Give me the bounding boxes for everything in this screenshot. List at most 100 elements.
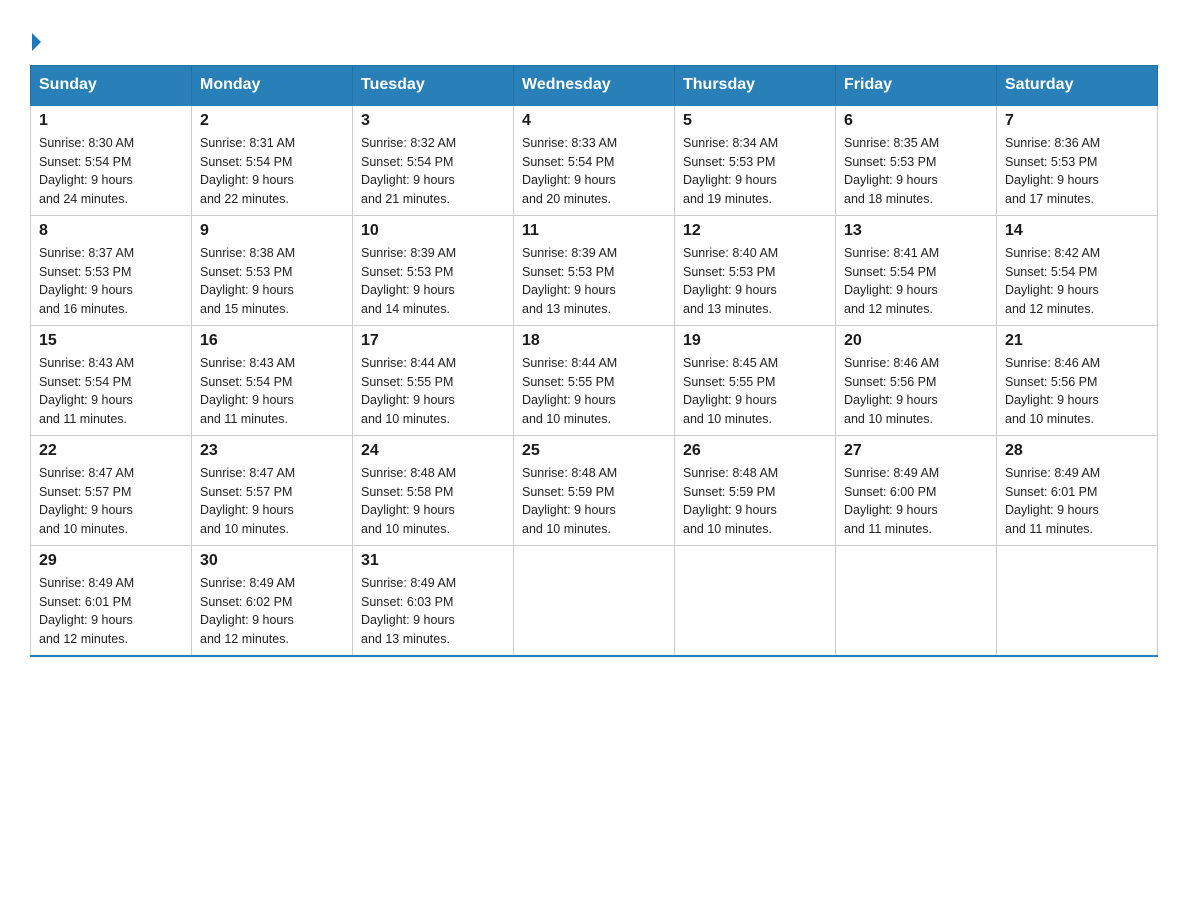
day-info: Sunrise: 8:38 AMSunset: 5:53 PMDaylight:…: [200, 244, 344, 319]
day-info: Sunrise: 8:49 AMSunset: 6:03 PMDaylight:…: [361, 574, 505, 649]
calendar-cell-5-4: [514, 545, 675, 656]
day-number: 14: [1005, 222, 1149, 240]
day-info: Sunrise: 8:41 AMSunset: 5:54 PMDaylight:…: [844, 244, 988, 319]
week-row-1: 1 Sunrise: 8:30 AMSunset: 5:54 PMDaylight…: [31, 105, 1158, 216]
calendar-cell-1-1: 1 Sunrise: 8:30 AMSunset: 5:54 PMDaylight…: [31, 105, 192, 216]
day-info: Sunrise: 8:49 AMSunset: 6:00 PMDaylight:…: [844, 464, 988, 539]
day-number: 18: [522, 332, 666, 350]
day-info: Sunrise: 8:31 AMSunset: 5:54 PMDaylight:…: [200, 134, 344, 209]
day-number: 7: [1005, 112, 1149, 130]
day-number: 17: [361, 332, 505, 350]
calendar-cell-1-4: 4Sunrise: 8:33 AMSunset: 5:54 PMDaylight…: [514, 105, 675, 216]
day-info: Sunrise: 8:30 AMSunset: 5:54 PMDaylight:…: [39, 134, 183, 209]
day-info: Sunrise: 8:48 AMSunset: 5:59 PMDaylight:…: [683, 464, 827, 539]
day-info: Sunrise: 8:36 AMSunset: 5:53 PMDaylight:…: [1005, 134, 1149, 209]
week-row-5: 29 Sunrise: 8:49 AMSunset: 6:01 PMDayligh…: [31, 545, 1158, 656]
weekday-header-row: SundayMondayTuesdayWednesdayThursdayFrid…: [31, 65, 1158, 105]
day-number: 4: [522, 112, 666, 130]
day-info: Sunrise: 8:44 AMSunset: 5:55 PMDaylight:…: [522, 354, 666, 429]
day-number: 21: [1005, 332, 1149, 350]
day-number: 30: [200, 552, 344, 570]
day-number: 31: [361, 552, 505, 570]
calendar-cell-1-2: 2 Sunrise: 8:31 AMSunset: 5:54 PMDaylight…: [192, 105, 353, 216]
day-number: 6: [844, 112, 988, 130]
day-info: Sunrise: 8:46 AMSunset: 5:56 PMDaylight:…: [844, 354, 988, 429]
day-number: 12: [683, 222, 827, 240]
day-info: Sunrise: 8:48 AMSunset: 5:59 PMDaylight:…: [522, 464, 666, 539]
calendar-cell-5-2: 30Sunrise: 8:49 AMSunset: 6:02 PMDayligh…: [192, 545, 353, 656]
weekday-header-thursday: Thursday: [675, 65, 836, 105]
logo-arrow-icon: [32, 33, 41, 51]
week-row-4: 22Sunrise: 8:47 AMSunset: 5:57 PMDayligh…: [31, 435, 1158, 545]
day-info: Sunrise: 8:42 AMSunset: 5:54 PMDaylight:…: [1005, 244, 1149, 319]
day-number: 24: [361, 442, 505, 460]
day-info: Sunrise: 8:43 AMSunset: 5:54 PMDaylight:…: [200, 354, 344, 429]
calendar-cell-5-3: 31 Sunrise: 8:49 AMSunset: 6:03 PMDayligh…: [353, 545, 514, 656]
calendar-cell-2-5: 12Sunrise: 8:40 AMSunset: 5:53 PMDayligh…: [675, 215, 836, 325]
calendar-cell-3-2: 16 Sunrise: 8:43 AMSunset: 5:54 PMDayligh…: [192, 325, 353, 435]
day-info: Sunrise: 8:46 AMSunset: 5:56 PMDaylight:…: [1005, 354, 1149, 429]
calendar-cell-4-3: 24 Sunrise: 8:48 AMSunset: 5:58 PMDayligh…: [353, 435, 514, 545]
day-number: 10: [361, 222, 505, 240]
day-number: 3: [361, 112, 505, 130]
calendar-cell-3-5: 19 Sunrise: 8:45 AMSunset: 5:55 PMDayligh…: [675, 325, 836, 435]
calendar-cell-2-4: 11Sunrise: 8:39 AMSunset: 5:53 PMDayligh…: [514, 215, 675, 325]
calendar-cell-1-7: 7 Sunrise: 8:36 AMSunset: 5:53 PMDaylight…: [997, 105, 1158, 216]
weekday-header-sunday: Sunday: [31, 65, 192, 105]
calendar-cell-3-6: 20 Sunrise: 8:46 AMSunset: 5:56 PMDayligh…: [836, 325, 997, 435]
day-number: 13: [844, 222, 988, 240]
week-row-3: 15 Sunrise: 8:43 AMSunset: 5:54 PMDayligh…: [31, 325, 1158, 435]
day-number: 2: [200, 112, 344, 130]
day-info: Sunrise: 8:47 AMSunset: 5:57 PMDaylight:…: [39, 464, 183, 539]
day-number: 1: [39, 112, 183, 130]
day-info: Sunrise: 8:34 AMSunset: 5:53 PMDaylight:…: [683, 134, 827, 209]
day-info: Sunrise: 8:47 AMSunset: 5:57 PMDaylight:…: [200, 464, 344, 539]
calendar-cell-4-1: 22Sunrise: 8:47 AMSunset: 5:57 PMDayligh…: [31, 435, 192, 545]
calendar-cell-2-6: 13 Sunrise: 8:41 AMSunset: 5:54 PMDayligh…: [836, 215, 997, 325]
day-info: Sunrise: 8:43 AMSunset: 5:54 PMDaylight:…: [39, 354, 183, 429]
calendar-cell-5-5: [675, 545, 836, 656]
calendar-cell-5-1: 29 Sunrise: 8:49 AMSunset: 6:01 PMDayligh…: [31, 545, 192, 656]
day-number: 28: [1005, 442, 1149, 460]
logo-general-line: [30, 25, 41, 55]
day-info: Sunrise: 8:39 AMSunset: 5:53 PMDaylight:…: [361, 244, 505, 319]
weekday-header-saturday: Saturday: [997, 65, 1158, 105]
calendar-cell-3-7: 21 Sunrise: 8:46 AMSunset: 5:56 PMDayligh…: [997, 325, 1158, 435]
week-row-2: 8 Sunrise: 8:37 AMSunset: 5:53 PMDaylight…: [31, 215, 1158, 325]
day-number: 26: [683, 442, 827, 460]
weekday-header-friday: Friday: [836, 65, 997, 105]
day-info: Sunrise: 8:45 AMSunset: 5:55 PMDaylight:…: [683, 354, 827, 429]
calendar-table: SundayMondayTuesdayWednesdayThursdayFrid…: [30, 65, 1158, 657]
day-number: 20: [844, 332, 988, 350]
day-number: 29: [39, 552, 183, 570]
calendar-cell-5-6: [836, 545, 997, 656]
calendar-cell-4-4: 25 Sunrise: 8:48 AMSunset: 5:59 PMDayligh…: [514, 435, 675, 545]
day-number: 27: [844, 442, 988, 460]
calendar-cell-1-6: 6 Sunrise: 8:35 AMSunset: 5:53 PMDaylight…: [836, 105, 997, 216]
page-header: [30, 20, 1158, 55]
day-number: 19: [683, 332, 827, 350]
calendar-cell-2-3: 10 Sunrise: 8:39 AMSunset: 5:53 PMDayligh…: [353, 215, 514, 325]
calendar-cell-4-6: 27 Sunrise: 8:49 AMSunset: 6:00 PMDayligh…: [836, 435, 997, 545]
day-info: Sunrise: 8:32 AMSunset: 5:54 PMDaylight:…: [361, 134, 505, 209]
day-number: 15: [39, 332, 183, 350]
weekday-header-monday: Monday: [192, 65, 353, 105]
logo: [30, 20, 41, 55]
calendar-cell-4-2: 23 Sunrise: 8:47 AMSunset: 5:57 PMDayligh…: [192, 435, 353, 545]
day-number: 16: [200, 332, 344, 350]
day-number: 23: [200, 442, 344, 460]
calendar-cell-2-2: 9 Sunrise: 8:38 AMSunset: 5:53 PMDaylight…: [192, 215, 353, 325]
day-info: Sunrise: 8:37 AMSunset: 5:53 PMDaylight:…: [39, 244, 183, 319]
calendar-cell-1-5: 5Sunrise: 8:34 AMSunset: 5:53 PMDaylight…: [675, 105, 836, 216]
calendar-cell-2-1: 8 Sunrise: 8:37 AMSunset: 5:53 PMDaylight…: [31, 215, 192, 325]
day-info: Sunrise: 8:49 AMSunset: 6:01 PMDaylight:…: [39, 574, 183, 649]
day-info: Sunrise: 8:44 AMSunset: 5:55 PMDaylight:…: [361, 354, 505, 429]
calendar-cell-4-7: 28Sunrise: 8:49 AMSunset: 6:01 PMDayligh…: [997, 435, 1158, 545]
day-number: 9: [200, 222, 344, 240]
calendar-cell-3-1: 15 Sunrise: 8:43 AMSunset: 5:54 PMDayligh…: [31, 325, 192, 435]
day-number: 25: [522, 442, 666, 460]
day-info: Sunrise: 8:48 AMSunset: 5:58 PMDaylight:…: [361, 464, 505, 539]
calendar-cell-2-7: 14 Sunrise: 8:42 AMSunset: 5:54 PMDayligh…: [997, 215, 1158, 325]
day-number: 8: [39, 222, 183, 240]
day-info: Sunrise: 8:35 AMSunset: 5:53 PMDaylight:…: [844, 134, 988, 209]
